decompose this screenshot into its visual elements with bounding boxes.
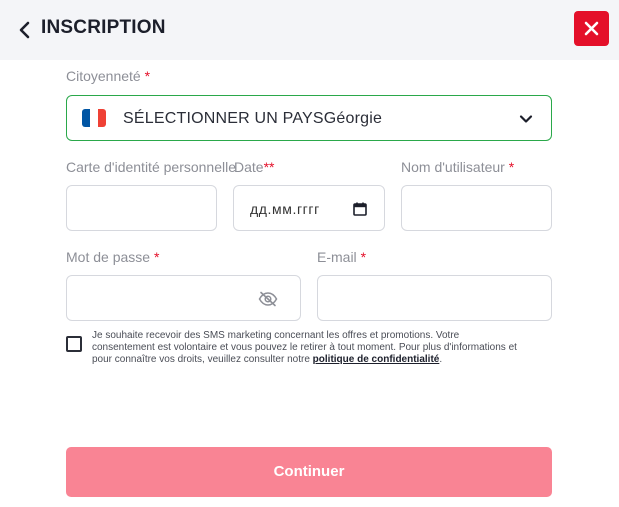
email-label-text: E-mail bbox=[317, 249, 357, 265]
sms-consent-text: Je souhaite recevoir des SMS marketing c… bbox=[92, 330, 522, 366]
id-card-input[interactable] bbox=[66, 185, 217, 231]
citizenship-label-text: Citoyenneté bbox=[66, 68, 141, 84]
required-mark: * bbox=[508, 159, 515, 175]
privacy-policy-link[interactable]: politique de confidentialité bbox=[313, 354, 440, 365]
citizenship-select[interactable]: SÉLECTIONNER UN PAYSGéorgie bbox=[66, 95, 552, 141]
close-button[interactable] bbox=[574, 11, 609, 46]
date-input[interactable]: дд.мм.гггг bbox=[233, 185, 385, 231]
continue-button[interactable]: Continuer bbox=[66, 447, 552, 497]
date-placeholder: дд.мм.гггг bbox=[250, 201, 320, 217]
eye-slash-icon[interactable] bbox=[258, 291, 278, 307]
email-label: E-mail * bbox=[317, 249, 366, 265]
citizenship-value: SÉLECTIONNER UN PAYSGéorgie bbox=[123, 110, 383, 127]
id-card-label: Carte d'identité personnelle bbox=[66, 159, 237, 175]
close-icon bbox=[584, 21, 599, 36]
email-input[interactable] bbox=[317, 275, 552, 321]
consent-text: Je souhaite recevoir des SMS marketing c… bbox=[92, 330, 517, 365]
password-label-text: Mot de passe bbox=[66, 249, 151, 265]
date-label-text: Date bbox=[234, 159, 264, 175]
back-button[interactable] bbox=[16, 18, 36, 42]
required-mark: * bbox=[144, 68, 151, 84]
chevron-left-icon bbox=[19, 21, 30, 39]
password-input[interactable] bbox=[66, 275, 301, 321]
header-bar: INSCRIPTION bbox=[0, 0, 619, 60]
date-label: Date** bbox=[234, 159, 274, 175]
citizenship-label: Citoyenneté * bbox=[66, 68, 150, 84]
username-label: Nom d'utilisateur * bbox=[401, 159, 514, 175]
password-label: Mot de passe * bbox=[66, 249, 159, 265]
calendar-icon[interactable] bbox=[352, 201, 368, 217]
required-mark: * bbox=[153, 249, 160, 265]
required-mark: * bbox=[360, 249, 367, 265]
consent-end: . bbox=[439, 354, 443, 365]
chevron-down-icon bbox=[519, 115, 533, 123]
required-mark: ** bbox=[263, 159, 275, 175]
page-title: INSCRIPTION bbox=[41, 17, 166, 38]
username-label-text: Nom d'utilisateur bbox=[401, 159, 505, 175]
sms-consent-checkbox[interactable] bbox=[66, 336, 82, 352]
username-input[interactable] bbox=[401, 185, 552, 231]
france-flag-icon bbox=[82, 109, 106, 127]
